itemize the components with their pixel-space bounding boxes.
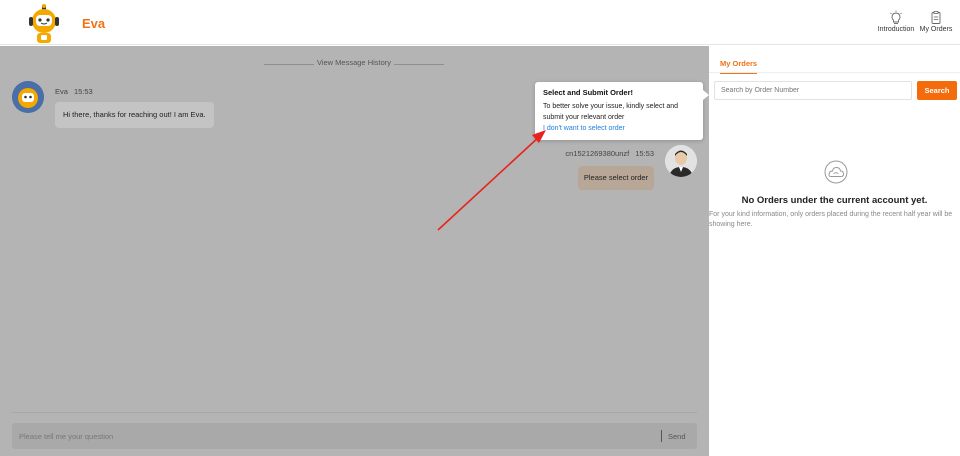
input-divider xyxy=(12,412,697,413)
robot-avatar-icon xyxy=(12,81,44,113)
user-message-bubble: Please select order xyxy=(578,166,654,190)
cloud-sad-icon xyxy=(824,160,848,184)
empty-orders-note: For your kind information, only orders p… xyxy=(709,211,953,228)
bot-message-bubble: Hi there, thanks for reaching out! I am … xyxy=(55,102,214,128)
order-search-input[interactable] xyxy=(714,81,912,100)
lightbulb-icon xyxy=(890,10,902,24)
user-message-meta: cn1521269380unzf 15:53 xyxy=(565,149,654,158)
clipboard-icon xyxy=(931,11,941,24)
bot-message-meta: Eva 15:53 xyxy=(55,87,93,96)
bot-time: 15:53 xyxy=(73,87,93,96)
introduction-button[interactable]: Introduction xyxy=(874,10,918,33)
skip-order-link[interactable]: I don't want to select order xyxy=(543,123,695,134)
bot-name: Eva xyxy=(55,87,68,96)
send-button[interactable]: Send xyxy=(668,432,686,441)
tooltip-body: To better solve your issue, kindly selec… xyxy=(543,103,679,121)
search-button[interactable]: Search xyxy=(917,81,957,100)
introduction-label: Introduction xyxy=(877,26,915,33)
message-input-placeholder: Please tell me your question xyxy=(19,432,114,441)
user-name: cn1521269380unzf xyxy=(565,149,630,158)
orders-panel: My Orders Search No Orders under the cur… xyxy=(709,46,960,456)
send-separator xyxy=(661,430,662,442)
view-message-history-link[interactable]: View Message History xyxy=(264,58,444,70)
user-time: 15:53 xyxy=(635,149,654,158)
message-input[interactable]: Please tell me your question Send xyxy=(12,423,697,449)
my-orders-label: My Orders xyxy=(919,26,953,33)
empty-orders-title: No Orders under the current account yet. xyxy=(741,195,928,206)
tooltip-title: Select and Submit Order! xyxy=(543,88,634,97)
select-order-tooltip: Select and Submit Order! To better solve… xyxy=(535,82,709,140)
bot-avatar xyxy=(12,81,44,113)
my-orders-button[interactable]: My Orders xyxy=(914,10,958,33)
brand-name: Eva xyxy=(82,16,106,31)
robot-mascot-icon xyxy=(29,4,59,43)
top-header: Eva Introduction My Orders xyxy=(0,0,960,45)
user-avatar xyxy=(665,145,697,177)
user-avatar-icon xyxy=(665,145,697,177)
tab-divider xyxy=(709,72,960,73)
